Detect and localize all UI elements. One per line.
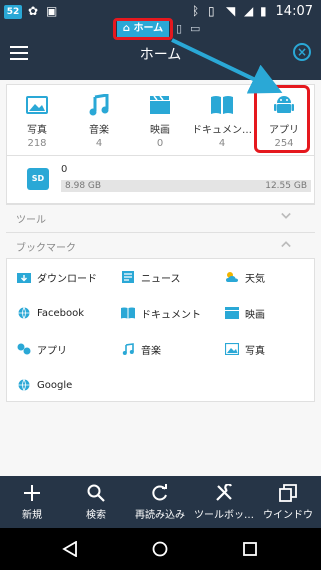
news-icon (121, 270, 135, 284)
category-label: ドキュメン… (192, 125, 252, 136)
highlight-box-home (113, 18, 173, 40)
bookmark-label: 音楽 (141, 345, 161, 357)
vibrate-icon: ▯ (208, 4, 215, 18)
signal-icon: ◢ (244, 4, 254, 18)
bookmark-photos[interactable]: 写真 (225, 339, 265, 359)
bookmark-news[interactable]: ニュース (121, 267, 181, 287)
notification-badge: 52 (4, 5, 22, 19)
toolbar-label: 検索 (86, 510, 106, 521)
toolbar-label: 新規 (22, 510, 42, 521)
bookmarks-section-header[interactable]: ブックマーク (6, 232, 315, 258)
download-icon (17, 270, 31, 284)
bluetooth-icon: ᛒ (192, 4, 200, 18)
home-icon[interactable] (152, 541, 168, 557)
category-count: 218 (27, 138, 47, 149)
new-button[interactable]: 新規 (0, 476, 64, 528)
storage-usage-bar: 8.98 GB 12.55 GB (61, 180, 311, 192)
reload-button[interactable]: 再読み込み (128, 476, 192, 528)
globe-icon (17, 306, 31, 320)
category-count: 4 (218, 138, 226, 149)
windows-button[interactable]: ウインドウ (256, 476, 320, 528)
bookmark-label: Facebook (37, 307, 84, 319)
storage-name: 0 (61, 164, 68, 175)
film-icon (225, 306, 239, 320)
photo-icon (225, 342, 239, 356)
bookmark-downloads[interactable]: ダウンロード (17, 267, 97, 287)
app-header: ⌂ ホーム ▯ ▭ ホーム × (0, 18, 321, 80)
bookmark-documents[interactable]: ドキュメント (121, 303, 201, 323)
close-window-button[interactable]: × (293, 43, 311, 61)
system-nav-bar (0, 528, 321, 570)
photo-icon (7, 93, 67, 117)
category-label: 音楽 (89, 125, 109, 136)
category-count: 0 (156, 138, 164, 149)
search-icon (64, 476, 128, 502)
film-icon (130, 93, 190, 117)
breadcrumb: ⌂ ホーム ▯ ▭ (0, 18, 321, 40)
refresh-icon (128, 476, 192, 502)
chevron-up-icon (281, 241, 291, 248)
globe-icon (17, 378, 31, 392)
clock: 14:07 (275, 4, 313, 19)
book-icon (121, 306, 135, 320)
weather-icon (225, 270, 239, 284)
bookmark-label: Google (37, 379, 73, 391)
category-count: 4 (95, 138, 103, 149)
toolbar-label: ウインドウ (263, 510, 313, 521)
bookmark-facebook[interactable]: Facebook (17, 303, 84, 323)
music-icon (69, 93, 129, 117)
category-photos[interactable]: 写真 218 (7, 93, 67, 149)
bookmark-label: アプリ (37, 345, 67, 357)
settings-icon: ✿ (28, 4, 39, 18)
phone-icon[interactable]: ▯ (176, 22, 182, 35)
apps-icon (17, 342, 31, 356)
app-root: 52 ✿ ▣ ᛒ ▯ ◥ ◢ ▮ 14:07 ⌂ ホーム ▯ ▭ ホーム × 写… (0, 0, 321, 570)
device-icon[interactable]: ▭ (190, 22, 200, 35)
back-icon[interactable] (62, 541, 78, 557)
storage-total: 12.55 GB (265, 181, 307, 191)
tools-section-header[interactable]: ツール (6, 204, 315, 230)
bookmark-label: ドキュメント (141, 309, 201, 321)
windows-icon (256, 476, 320, 502)
bookmark-label: 映画 (245, 309, 265, 321)
storage-card[interactable]: SD 0 8.98 GB 12.55 GB (6, 156, 315, 204)
toolbar-label: ツールボッ… (194, 510, 254, 521)
section-label: ブックマーク (16, 243, 76, 254)
page-title: ホーム (139, 47, 182, 63)
bookmark-movies[interactable]: 映画 (225, 303, 265, 323)
tools-icon (192, 476, 256, 502)
chevron-down-icon (281, 212, 291, 219)
bookmark-weather[interactable]: 天気 (225, 267, 265, 287)
bookmark-google[interactable]: Google (17, 375, 72, 395)
highlight-box-apps (254, 85, 310, 153)
category-music[interactable]: 音楽 4 (69, 93, 129, 149)
battery-icon: ▮ (260, 4, 267, 18)
bookmark-label: ニュース (141, 273, 181, 285)
search-button[interactable]: 検索 (64, 476, 128, 528)
bookmark-label: 写真 (245, 345, 265, 357)
music-icon (121, 342, 135, 356)
bookmark-label: ダウンロード (37, 273, 97, 285)
toolbox-button[interactable]: ツールボッ… (192, 476, 256, 528)
section-label: ツール (16, 215, 46, 226)
sd-card-icon: SD (27, 168, 49, 190)
bookmark-music[interactable]: 音楽 (121, 339, 161, 359)
plus-icon (0, 476, 64, 502)
book-icon (192, 93, 252, 117)
bottom-toolbar: 新規 検索 再読み込み ツールボッ… ウインドウ (0, 476, 321, 528)
bookmark-apps[interactable]: アプリ (17, 339, 67, 359)
bookmark-list: ダウンロード ニュース 天気 Facebook ドキュメント 映画 アプリ 音楽… (6, 258, 315, 402)
storage-used: 8.98 GB (65, 181, 102, 191)
category-movies[interactable]: 映画 0 (130, 93, 190, 149)
recents-icon[interactable] (242, 541, 258, 557)
category-label: 映画 (150, 125, 170, 136)
category-label: 写真 (27, 125, 47, 136)
toolbar-label: 再読み込み (135, 510, 185, 521)
wifi-icon: ◥ (226, 4, 236, 18)
bookmark-label: 天気 (245, 273, 265, 285)
category-documents[interactable]: ドキュメン… 4 (192, 93, 252, 149)
image-icon: ▣ (46, 4, 58, 18)
